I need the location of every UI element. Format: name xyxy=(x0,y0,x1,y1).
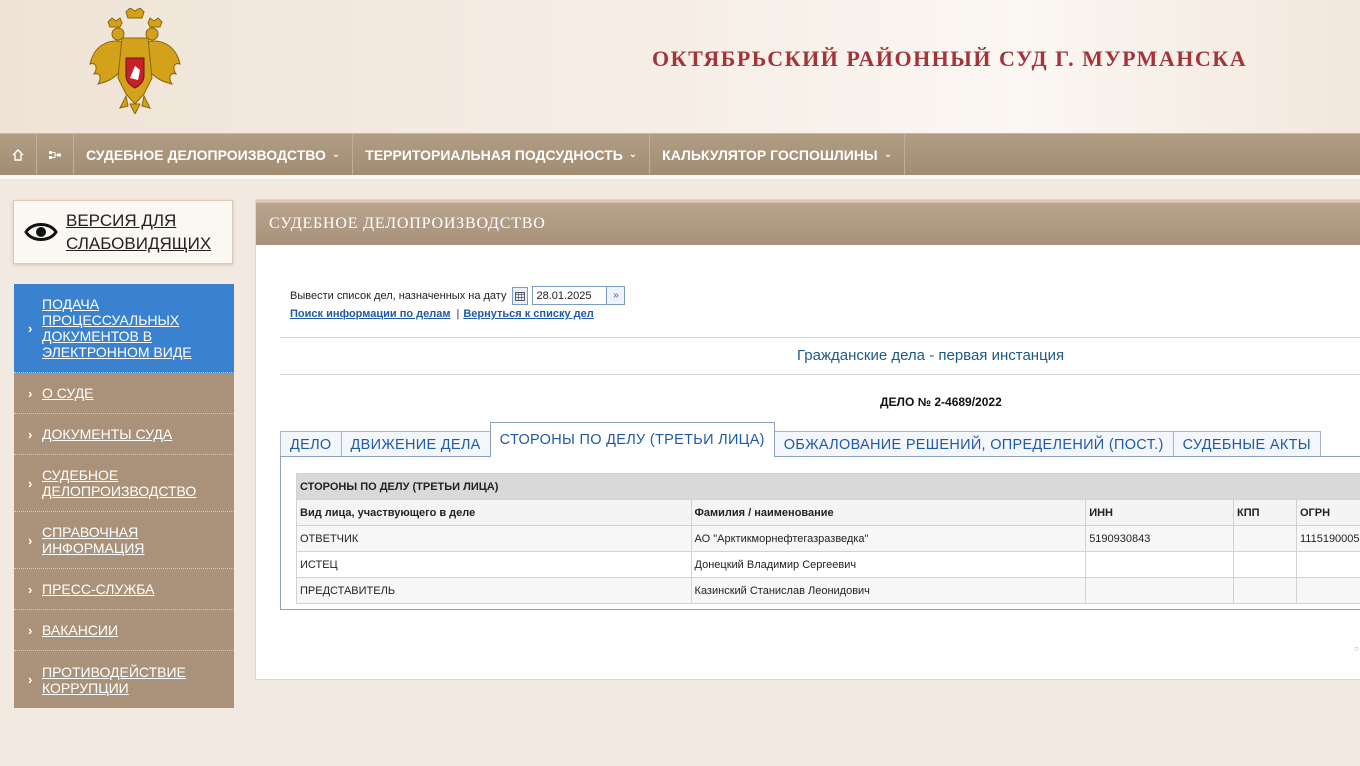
sidebar-item-reference[interactable]: › СПРАВОЧНАЯ ИНФОРМАЦИЯ xyxy=(14,512,234,569)
table-cell: ОТВЕТЧИК xyxy=(296,525,692,552)
tab-case-movement[interactable]: ДВИЖЕНИЕ ДЕЛА xyxy=(340,431,491,457)
sidebar-menu: › ПОДАЧА ПРОЦЕССУАЛЬНЫХ ДОКУМЕНТОВ В ЭЛЕ… xyxy=(14,284,234,708)
table-cell: 1115190005 xyxy=(1295,525,1360,552)
case-tabs: ДЕЛО ДВИЖЕНИЕ ДЕЛА СТОРОНЫ ПО ДЕЛУ (ТРЕТ… xyxy=(280,422,1321,457)
low-vision-label: ВЕРСИЯ ДЛЯ СЛАБОВИДЯЩИХ xyxy=(66,209,211,255)
column-header: ИНН xyxy=(1085,499,1235,526)
sidebar-item-label: ДОКУМЕНТЫ СУДА xyxy=(42,426,173,442)
date-filter: Вывести список дел, назначенных на дату … xyxy=(290,286,626,305)
chevron-right-icon: › xyxy=(28,385,33,401)
chevron-right-icon: › xyxy=(28,622,33,638)
coat-of-arms-logo xyxy=(89,8,181,114)
chevron-down-icon: ⌄ xyxy=(883,149,893,160)
table-cell xyxy=(1295,577,1360,604)
divider xyxy=(280,374,1360,375)
court-title: ОКТЯБРЬСКИЙ РАЙОННЫЙ СУД Г. МУРМАНСКА xyxy=(652,46,1248,71)
table-cell xyxy=(1295,551,1360,578)
chevron-right-icon: › xyxy=(28,475,33,491)
link-separator: | xyxy=(456,308,460,320)
table-row: ИСТЕЦ Донецкий Владимир Сергеевич xyxy=(296,551,1360,578)
sitemap-icon[interactable] xyxy=(37,134,74,175)
divider xyxy=(280,337,1360,338)
main-panel: СУДЕБНОЕ ДЕЛОПРОИЗВОДСТВО Вывести список… xyxy=(255,199,1360,680)
table-header-row: Вид лица, участвующего в деле Фамилия / … xyxy=(296,499,1360,526)
column-header: КПП xyxy=(1233,499,1297,526)
site-header: ОКТЯБРЬСКИЙ РАЙОННЫЙ СУД Г. МУРМАНСКА xyxy=(0,0,1360,133)
sidebar-item-label: ВАКАНСИИ xyxy=(42,622,119,638)
search-cases-link[interactable]: Поиск информации по делам xyxy=(290,308,450,320)
table-cell xyxy=(1085,551,1235,578)
table-cell: ПРЕДСТАВИТЕЛЬ xyxy=(296,577,692,604)
low-vision-label-line1: ВЕРСИЯ ДЛЯ xyxy=(66,211,177,230)
case-number: ДЕЛО № 2-4689/2022 xyxy=(880,395,1002,409)
tab-panel-parties: СТОРОНЫ ПО ДЕЛУ (ТРЕТЬИ ЛИЦА) Вид лица, … xyxy=(280,456,1360,610)
tab-case[interactable]: ДЕЛО xyxy=(280,431,342,457)
table-cell: АО "Арктикморнефтегазразведка" xyxy=(690,525,1087,552)
chevron-down-icon: ⌄ xyxy=(331,149,341,160)
sidebar-item-press[interactable]: › ПРЕСС-СЛУЖБА xyxy=(14,569,234,610)
sidebar-item-proceedings[interactable]: › СУДЕБНОЕ ДЕЛОПРОИЗВОДСТВО xyxy=(14,455,234,512)
table-cell xyxy=(1085,577,1235,604)
calendar-icon[interactable] xyxy=(512,286,529,305)
column-header: Вид лица, участвующего в деле xyxy=(296,499,692,526)
table-cell: 5190930843 xyxy=(1085,525,1235,552)
tab-appeals[interactable]: ОБЖАЛОВАНИЕ РЕШЕНИЙ, ОПРЕДЕЛЕНИЙ (ПОСТ.) xyxy=(773,431,1174,457)
column-header: ОГРН xyxy=(1295,499,1360,526)
chevron-right-icon: › xyxy=(28,672,33,687)
chevron-down-icon: ⌄ xyxy=(628,149,638,160)
sidebar-item-label: ПОДАЧА ПРОЦЕССУАЛЬНЫХ ДОКУМЕНТОВ В ЭЛЕКТ… xyxy=(42,296,192,360)
low-vision-version-button[interactable]: ВЕРСИЯ ДЛЯ СЛАБОВИДЯЩИХ xyxy=(13,200,233,264)
sidebar-item-label: ПРОТИВОДЕЙСТВИЕ КОРРУПЦИИ xyxy=(42,663,186,696)
table-caption: СТОРОНЫ ПО ДЕЛУ (ТРЕТЬИ ЛИЦА) xyxy=(296,473,1360,500)
sidebar-item-about[interactable]: › О СУДЕ xyxy=(14,373,234,414)
main-nav: СУДЕБНОЕ ДЕЛОПРОИЗВОДСТВО ⌄ ТЕРРИТОРИАЛЬН… xyxy=(0,133,1360,175)
table-cell xyxy=(1233,551,1297,578)
page-links: Поиск информации по делам | Вернуться к сп… xyxy=(290,308,594,320)
sidebar-item-label: СУДЕБНОЕ ДЕЛОПРОИЗВОДСТВО xyxy=(42,467,197,499)
sidebar-item-label: О СУДЕ xyxy=(42,385,94,401)
table-row: ОТВЕТЧИК АО "Арктикморнефтегазразведка" … xyxy=(296,525,1360,552)
table-cell: ИСТЕЦ xyxy=(296,551,692,578)
table-cell xyxy=(1233,525,1297,552)
parties-table: СТОРОНЫ ПО ДЕЛУ (ТРЕТЬИ ЛИЦА) Вид лица, … xyxy=(296,473,1360,604)
nav-judicial-proceedings[interactable]: СУДЕБНОЕ ДЕЛОПРОИЗВОДСТВО ⌄ xyxy=(74,134,354,175)
date-filter-label: Вывести список дел, назначенных на дату xyxy=(290,289,507,302)
home-icon[interactable] xyxy=(0,134,37,175)
case-category: Гражданские дела - первая инстанция xyxy=(797,347,1065,364)
table-cell xyxy=(1233,577,1297,604)
page-title: СУДЕБНОЕ ДЕЛОПРОИЗВОДСТВО xyxy=(256,200,1360,245)
table-cell: Казинский Станислав Леонидович xyxy=(690,577,1087,604)
double-chevron-right-icon[interactable]: » xyxy=(607,286,626,305)
nav-label: СУДЕБНОЕ ДЕЛОПРОИЗВОДСТВО xyxy=(86,146,326,163)
table-cell: Донецкий Владимир Сергеевич xyxy=(690,551,1087,578)
nav-divider xyxy=(0,175,1360,179)
table-row: ПРЕДСТАВИТЕЛЬ Казинский Станислав Леонид… xyxy=(296,577,1360,604)
decorative-dot: ○ xyxy=(1354,644,1359,653)
sidebar-item-anticorruption[interactable]: › ПРОТИВОДЕЙСТВИЕ КОРРУПЦИИ xyxy=(14,651,234,708)
sidebar-item-electronic-filing[interactable]: › ПОДАЧА ПРОЦЕССУАЛЬНЫХ ДОКУМЕНТОВ В ЭЛЕ… xyxy=(14,284,234,373)
back-to-list-link[interactable]: Вернуться к списку дел xyxy=(463,308,593,320)
sidebar-item-label: ПРЕСС-СЛУЖБА xyxy=(42,581,155,597)
sidebar-item-label: СПРАВОЧНАЯ ИНФОРМАЦИЯ xyxy=(42,524,145,556)
eye-icon xyxy=(24,223,58,241)
nav-fee-calculator[interactable]: КАЛЬКУЛЯТОР ГОСПОШЛИНЫ ⌄ xyxy=(650,134,906,175)
nav-label: ТЕРРИТОРИАЛЬНАЯ ПОДСУДНОСТЬ xyxy=(365,146,623,163)
chevron-right-icon: › xyxy=(28,426,33,442)
low-vision-label-line2: СЛАБОВИДЯЩИХ xyxy=(66,234,212,253)
tab-judicial-acts[interactable]: СУДЕБНЫЕ АКТЫ xyxy=(1172,431,1321,457)
sidebar-item-vacancies[interactable]: › ВАКАНСИИ xyxy=(14,610,234,651)
sidebar-item-documents[interactable]: › ДОКУМЕНТЫ СУДА xyxy=(14,414,234,455)
nav-territorial-jurisdiction[interactable]: ТЕРРИТОРИАЛЬНАЯ ПОДСУДНОСТЬ ⌄ xyxy=(353,134,651,175)
chevron-right-icon: › xyxy=(28,581,33,597)
chevron-right-icon: › xyxy=(28,320,33,336)
nav-label: КАЛЬКУЛЯТОР ГОСПОШЛИНЫ xyxy=(662,146,878,163)
column-header: Фамилия / наименование xyxy=(690,499,1087,526)
date-input[interactable] xyxy=(532,286,608,305)
tab-parties[interactable]: СТОРОНЫ ПО ДЕЛУ (ТРЕТЬИ ЛИЦА) xyxy=(489,422,775,457)
chevron-right-icon: › xyxy=(28,532,33,548)
